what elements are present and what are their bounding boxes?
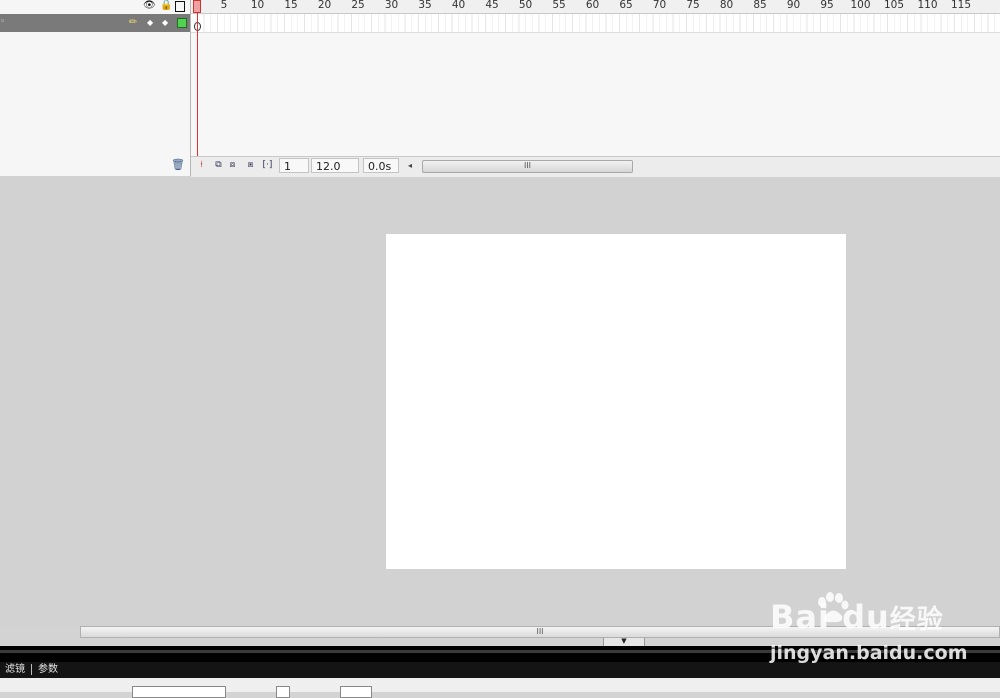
stage-canvas[interactable] xyxy=(386,234,846,569)
scroll-grip: III xyxy=(536,627,544,636)
ruler-label: 35 xyxy=(418,0,432,11)
lock-icon[interactable]: 🔒 xyxy=(160,0,172,12)
onion-skin-outlines-icon[interactable]: ⧈ xyxy=(226,159,239,172)
ruler-label: 90 xyxy=(786,0,801,11)
delete-layer-icon[interactable]: 🗑 xyxy=(171,158,185,171)
ruler-label: 15 xyxy=(284,0,298,11)
tab-parameters[interactable]: 参数 xyxy=(38,663,58,676)
outline-icon[interactable] xyxy=(175,1,185,12)
edit-multiple-frames-icon[interactable]: ⧆ xyxy=(244,159,257,172)
watermark-url: jingyan.baidu.com xyxy=(770,642,968,664)
layer-list-panel: 👁 🔒 ◦ ✏ ◆ ◆ 🗑 xyxy=(0,0,191,176)
playhead-line xyxy=(197,13,198,176)
pasteboard[interactable] xyxy=(0,177,1000,626)
scroll-grip: III xyxy=(523,161,532,170)
watermark-brand: Bai du经验 xyxy=(770,598,944,636)
frame-ruler[interactable]: 5 10 15 20 25 30 35 40 45 50 55 60 65 70 75 80 85 90 95 100… xyxy=(191,0,1000,14)
ruler-label: 20 xyxy=(317,0,332,11)
pencil-icon: ✏ xyxy=(129,17,138,28)
center-frame-icon[interactable]: ⍿ xyxy=(195,159,208,172)
ruler-label: 100 xyxy=(850,0,871,11)
paw-logo-icon xyxy=(818,592,849,623)
playhead-handle[interactable] xyxy=(193,0,201,13)
properties-checkbox[interactable] xyxy=(276,686,290,698)
ruler-label: 55 xyxy=(552,0,566,11)
ruler-label: 65 xyxy=(619,0,633,11)
modify-onion-markers-icon[interactable]: [·] xyxy=(261,159,274,172)
frame-rate-field[interactable]: 12.0 fps xyxy=(311,158,359,188)
ruler-label: 45 xyxy=(485,0,499,11)
layer-row[interactable]: ◦ ✏ ◆ ◆ xyxy=(0,14,190,32)
layer-expand-icon: ◦ xyxy=(0,17,6,27)
visibility-dot-icon[interactable]: ◆ xyxy=(147,17,153,29)
frames-area[interactable]: 5 10 15 20 25 30 35 40 45 50 55 60 65 70 75 80 85 90 95 100… xyxy=(191,0,1000,156)
ruler-label: 25 xyxy=(351,0,365,11)
ruler-label: 70 xyxy=(652,0,667,11)
onion-skin-icon[interactable]: ⧉ xyxy=(212,159,225,172)
ruler-label: 85 xyxy=(753,0,767,11)
elapsed-time-field: 0.0s xyxy=(363,158,399,173)
properties-number-field[interactable] xyxy=(340,686,372,698)
timeline-panel: 👁 🔒 ◦ ✏ ◆ ◆ 🗑 5 10 15 20 25 30 35 40 45 50 55 60 65 7… xyxy=(0,0,1000,188)
scroll-left-arrow-icon[interactable]: ◂ xyxy=(408,158,412,173)
eye-icon[interactable]: 👁 xyxy=(143,0,156,12)
ruler-label: 30 xyxy=(384,0,399,11)
outline-square-icon[interactable] xyxy=(177,18,187,28)
ruler-label: 10 xyxy=(250,0,265,11)
ruler-label: 80 xyxy=(719,0,734,11)
timeline-scroll-thumb[interactable]: III xyxy=(422,160,633,173)
tab-separator xyxy=(31,664,32,675)
timeline-status-bar: ⍿ ⧉ ⧈ ⧆ [·] 1 12.0 fps 0.0s ◂ III xyxy=(191,156,1000,188)
ruler-label: 95 xyxy=(820,0,834,11)
ruler-label: 40 xyxy=(451,0,466,11)
ruler-label: 60 xyxy=(585,0,600,11)
frame-cells[interactable] xyxy=(191,14,1000,33)
ruler-label: 75 xyxy=(686,0,700,11)
lock-dot-icon[interactable]: ◆ xyxy=(162,17,168,29)
ruler-label: 110 xyxy=(917,0,938,11)
properties-field[interactable] xyxy=(132,686,226,698)
ruler-label: 105 xyxy=(883,0,905,11)
current-frame-field[interactable]: 1 xyxy=(279,158,309,173)
ruler-label: 50 xyxy=(518,0,533,11)
ruler-label: 5 xyxy=(220,0,228,11)
watermark: Bai du经验 jingyan.baidu.com xyxy=(770,590,970,670)
properties-body xyxy=(0,678,1000,698)
ruler-label: 115 xyxy=(950,0,972,11)
tab-filters[interactable]: 滤镜 xyxy=(5,663,25,676)
layer-header: 👁 🔒 xyxy=(0,0,190,13)
